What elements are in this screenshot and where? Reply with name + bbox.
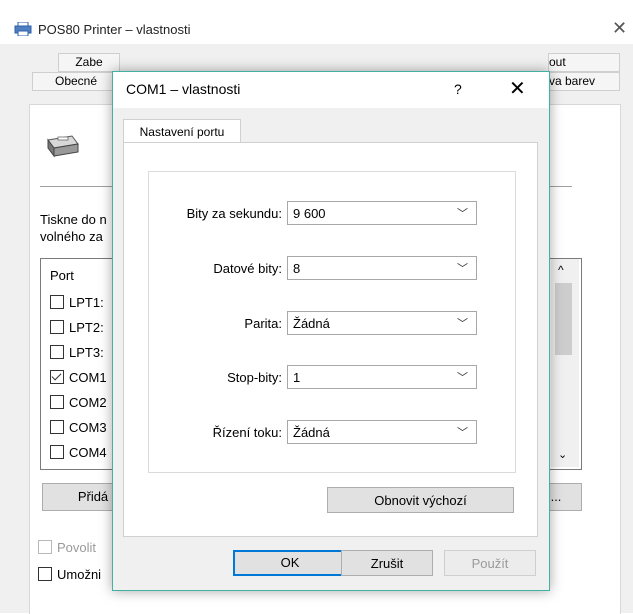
select-value: Žádná [293, 316, 330, 331]
checkbox[interactable] [50, 420, 64, 434]
baud-rate-label: Bity za sekundu: [186, 206, 282, 221]
checkbox[interactable] [50, 295, 64, 309]
button-label: Obnovit výchozí [374, 493, 467, 508]
port-description-line2: volného za [40, 229, 103, 244]
close-icon[interactable]: ✕ [509, 76, 526, 101]
chevron-down-icon: ﹀ [457, 318, 468, 330]
tab-sharing[interactable]: Zabe [58, 53, 120, 72]
port-item-lpt2[interactable]: LPT2: [50, 320, 104, 335]
apply-button[interactable]: Použít [444, 550, 536, 576]
port-item-com4[interactable]: COM4 [50, 445, 107, 460]
tab-color-management[interactable]: va barev [548, 72, 620, 91]
port-label: LPT2: [69, 320, 104, 335]
chevron-down-icon: ﹀ [457, 263, 468, 275]
option-label: Povolit [57, 540, 97, 555]
stop-bits-label: Stop-bity: [227, 370, 282, 385]
port-label: COM1 [69, 370, 107, 385]
port-item-lpt1[interactable]: LPT1: [50, 295, 104, 310]
parity-select[interactable]: Žádná ﹀ [287, 311, 477, 335]
select-value: 9 600 [293, 206, 326, 221]
port-item-com2[interactable]: COM2 [50, 395, 107, 410]
flow-control-select[interactable]: Žádná ﹀ [287, 420, 477, 444]
port-label: COM2 [69, 395, 107, 410]
port-label: COM4 [69, 445, 107, 460]
com1-dialog-title: COM1 – vlastnosti [126, 81, 241, 97]
tab-label: Obecné [54, 74, 98, 88]
printer-properties-title: POS80 Printer – vlastnosti [38, 22, 191, 37]
cancel-button[interactable]: Zrušit [341, 550, 433, 576]
checkbox[interactable] [38, 567, 52, 581]
printer-icon [14, 22, 32, 36]
enable-bidirectional-option[interactable]: Povolit [38, 540, 96, 555]
port-item-com3[interactable]: COM3 [50, 420, 107, 435]
ok-button[interactable]: OK [233, 550, 347, 576]
chevron-down-icon: ﹀ [457, 208, 468, 220]
checkbox[interactable] [50, 345, 64, 359]
checkbox-checked[interactable] [50, 370, 64, 384]
select-value: 1 [293, 370, 301, 385]
option-label: Umožni [57, 567, 102, 582]
parity-label: Parita: [244, 316, 282, 331]
chevron-up-icon[interactable]: ^ [558, 263, 564, 277]
tab-port-settings[interactable]: Nastavení portu [123, 119, 241, 144]
port-label: LPT1: [69, 295, 104, 310]
chevron-down-icon: ﹀ [457, 427, 468, 439]
checkbox[interactable] [50, 445, 64, 459]
port-description-line1: Tiskne do n [40, 212, 107, 227]
enable-pooling-option[interactable]: Umožni [38, 567, 101, 582]
chevron-down-icon[interactable]: ⌄ [558, 448, 567, 461]
port-column-header: Port [50, 268, 74, 283]
checkbox[interactable] [50, 395, 64, 409]
close-icon[interactable]: ✕ [612, 18, 627, 39]
scroll-thumb[interactable] [555, 283, 572, 355]
data-bits-select[interactable]: 8 ﹀ [287, 256, 477, 280]
button-label: OK [280, 555, 300, 570]
tab-layout[interactable]: out [548, 53, 620, 72]
flow-control-label: Řízení toku: [212, 425, 282, 440]
button-label: Zrušit [370, 556, 404, 571]
tab-label: out [549, 55, 566, 69]
checkbox[interactable] [50, 320, 64, 334]
baud-rate-select[interactable]: 9 600 ﹀ [287, 201, 477, 225]
help-icon[interactable]: ? [454, 81, 462, 97]
tab-label: Zabe [75, 55, 103, 69]
button-label: Použít [471, 556, 509, 571]
tab-label: va barev [549, 74, 596, 88]
tab-general[interactable]: Obecné [32, 72, 120, 91]
button-label: Přidá [77, 489, 109, 504]
restore-defaults-button[interactable]: Obnovit výchozí [327, 487, 514, 513]
printer-icon [47, 135, 79, 158]
button-label: ... [550, 489, 562, 504]
tab-label: Nastavení portu [139, 125, 225, 139]
stop-bits-select[interactable]: 1 ﹀ [287, 365, 477, 389]
port-item-lpt3[interactable]: LPT3: [50, 345, 104, 360]
port-label: LPT3: [69, 345, 104, 360]
data-bits-label: Datové bity: [213, 261, 282, 276]
select-value: 8 [293, 261, 301, 276]
chevron-down-icon: ﹀ [457, 372, 468, 384]
select-value: Žádná [293, 425, 330, 440]
port-label: COM3 [69, 420, 107, 435]
port-item-com1[interactable]: COM1 [50, 370, 107, 385]
checkbox[interactable] [38, 540, 52, 554]
